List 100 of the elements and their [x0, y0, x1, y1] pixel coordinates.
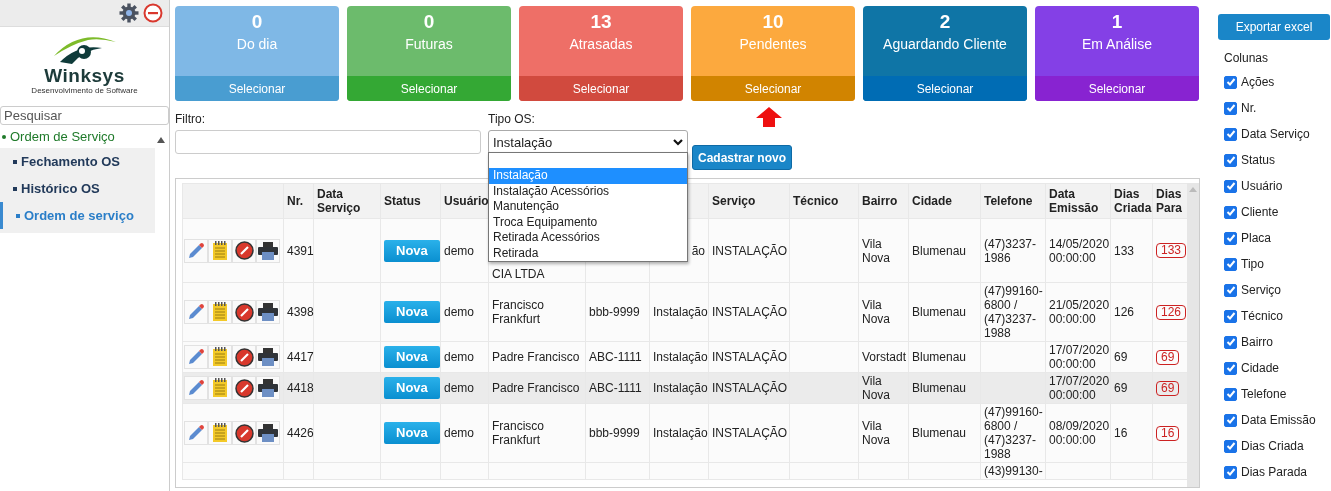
- table-cell: Blumenau: [912, 305, 967, 319]
- os-type-dropdown[interactable]: Instalação: [488, 130, 688, 154]
- checkbox-label[interactable]: Bairro: [1241, 335, 1273, 349]
- cancel-button[interactable]: [232, 376, 256, 400]
- filter-field[interactable]: [175, 130, 481, 154]
- checkbox-label[interactable]: Cliente: [1241, 205, 1279, 219]
- days-stopped-badge: 16: [1156, 425, 1180, 441]
- bullet-icon: [13, 186, 17, 191]
- table-cell: ABC-1111: [589, 350, 642, 364]
- cancel-button[interactable]: [232, 421, 256, 445]
- checkbox[interactable]: [1224, 283, 1237, 297]
- scrollbar[interactable]: [1187, 183, 1199, 487]
- checkbox-label[interactable]: Dias Parada: [1241, 465, 1308, 479]
- menu-item[interactable]: Fechamento OS: [21, 154, 120, 169]
- cancel-button[interactable]: [232, 300, 256, 324]
- table-cell: INSTALAÇÃO: [712, 243, 788, 258]
- checkbox[interactable]: [1224, 153, 1237, 167]
- print-button[interactable]: [256, 238, 280, 263]
- notes-button[interactable]: [208, 345, 232, 369]
- checkbox-label[interactable]: Ações: [1241, 75, 1275, 89]
- settings-icon[interactable]: [119, 3, 139, 23]
- dropdown-option[interactable]: Troca Equipamento: [489, 214, 687, 230]
- table-cell: 21/05/2020 00:00:00: [1049, 298, 1110, 326]
- edit-button[interactable]: [184, 238, 208, 263]
- card-count: 2: [939, 12, 951, 32]
- prohibited-icon: [234, 378, 254, 398]
- checkbox-label[interactable]: Técnico: [1241, 309, 1284, 323]
- checkbox[interactable]: [1224, 75, 1237, 89]
- table-cell: Vila Nova: [862, 298, 890, 326]
- checkbox-label[interactable]: Serviço: [1241, 283, 1281, 297]
- checkbox-label[interactable]: Data Serviço: [1241, 127, 1310, 141]
- minus-circle-icon[interactable]: [143, 3, 163, 23]
- table-cell: 126: [1114, 305, 1135, 319]
- register-new-button[interactable]: Cadastrar novo: [692, 145, 793, 170]
- prohibited-icon: [234, 347, 254, 367]
- checkmark-icon: [1225, 389, 1236, 399]
- scroll-up-icon[interactable]: [157, 137, 165, 143]
- edit-button[interactable]: [184, 421, 208, 445]
- table-cell: Vila Nova: [862, 419, 890, 447]
- card-label: Pendentes: [739, 36, 807, 52]
- checkbox[interactable]: [1224, 309, 1237, 323]
- checkbox[interactable]: [1224, 335, 1237, 349]
- notes-button[interactable]: [208, 421, 232, 445]
- pencil-icon: [187, 303, 205, 321]
- table-cell: INSTALAÇÃO: [712, 305, 788, 319]
- export-excel-button[interactable]: Exportar excel: [1218, 14, 1330, 40]
- notes-button[interactable]: [208, 300, 232, 324]
- checkmark-icon: [1225, 259, 1236, 269]
- logo-tagline: Desenvolvimento de Software: [31, 85, 138, 95]
- checkbox-label[interactable]: Status: [1241, 153, 1276, 167]
- checkbox-label[interactable]: Nr.: [1241, 101, 1257, 115]
- table-cell: (47)99160-6800 / (47)3237-1988: [984, 405, 1043, 461]
- edit-button[interactable]: [184, 300, 208, 324]
- table-cell: 69: [1114, 381, 1128, 395]
- checkbox-label[interactable]: Usuário: [1241, 179, 1283, 193]
- table-cell: demo: [444, 305, 475, 319]
- printer-icon: [258, 241, 278, 260]
- checkbox-label[interactable]: Data Emissão: [1241, 413, 1316, 427]
- menu-item[interactable]: Ordem de serviço: [24, 208, 134, 223]
- checkbox[interactable]: [1224, 101, 1237, 115]
- checkbox[interactable]: [1224, 179, 1237, 193]
- cancel-button[interactable]: [232, 345, 256, 369]
- menu-item[interactable]: Histórico OS: [21, 181, 100, 196]
- checkbox-label[interactable]: Placa: [1241, 231, 1272, 245]
- edit-button[interactable]: [184, 345, 208, 369]
- print-button[interactable]: [256, 300, 280, 324]
- dropdown-option[interactable]: Retirada: [489, 245, 687, 261]
- checkbox[interactable]: [1224, 127, 1237, 141]
- checkbox[interactable]: [1224, 413, 1237, 427]
- notes-button[interactable]: [208, 376, 232, 400]
- edit-button[interactable]: [184, 376, 208, 400]
- checkmark-icon: [1225, 181, 1236, 191]
- checkbox[interactable]: [1224, 361, 1237, 375]
- dropdown-option[interactable]: Retirada Acessórios: [489, 230, 687, 246]
- checkbox[interactable]: [1224, 439, 1237, 453]
- checkbox[interactable]: [1224, 205, 1237, 219]
- dropdown-option[interactable]: Instalação Acessórios: [489, 183, 687, 199]
- print-button[interactable]: [256, 376, 280, 400]
- printer-icon: [258, 303, 278, 321]
- table-cell: demo: [444, 426, 475, 440]
- checkbox[interactable]: [1224, 257, 1237, 271]
- table-cell: (43)99130-: [984, 464, 1043, 478]
- select-button[interactable]: Selecionar: [1035, 76, 1199, 101]
- search-field[interactable]: Pesquisar: [0, 106, 169, 125]
- checkbox[interactable]: [1224, 465, 1237, 479]
- checkbox[interactable]: [1224, 231, 1237, 245]
- checkbox-label[interactable]: Telefone: [1241, 387, 1287, 401]
- checkbox-label[interactable]: Tipo: [1241, 257, 1264, 271]
- table-cell: INSTALAÇÃO: [712, 426, 788, 440]
- print-button[interactable]: [256, 345, 280, 369]
- select-button[interactable]: Selecionar: [863, 76, 1027, 101]
- dropdown-option[interactable]: Manutenção: [489, 199, 687, 215]
- checkbox-label[interactable]: Cidade: [1241, 361, 1280, 375]
- notes-button[interactable]: [208, 238, 232, 263]
- table-cell: Instalação: [653, 381, 708, 395]
- select-button[interactable]: Selecionar: [519, 76, 683, 101]
- print-button[interactable]: [256, 421, 280, 445]
- checkbox-label[interactable]: Dias Criada: [1241, 439, 1304, 453]
- checkbox[interactable]: [1224, 387, 1237, 401]
- cancel-button[interactable]: [232, 238, 256, 263]
